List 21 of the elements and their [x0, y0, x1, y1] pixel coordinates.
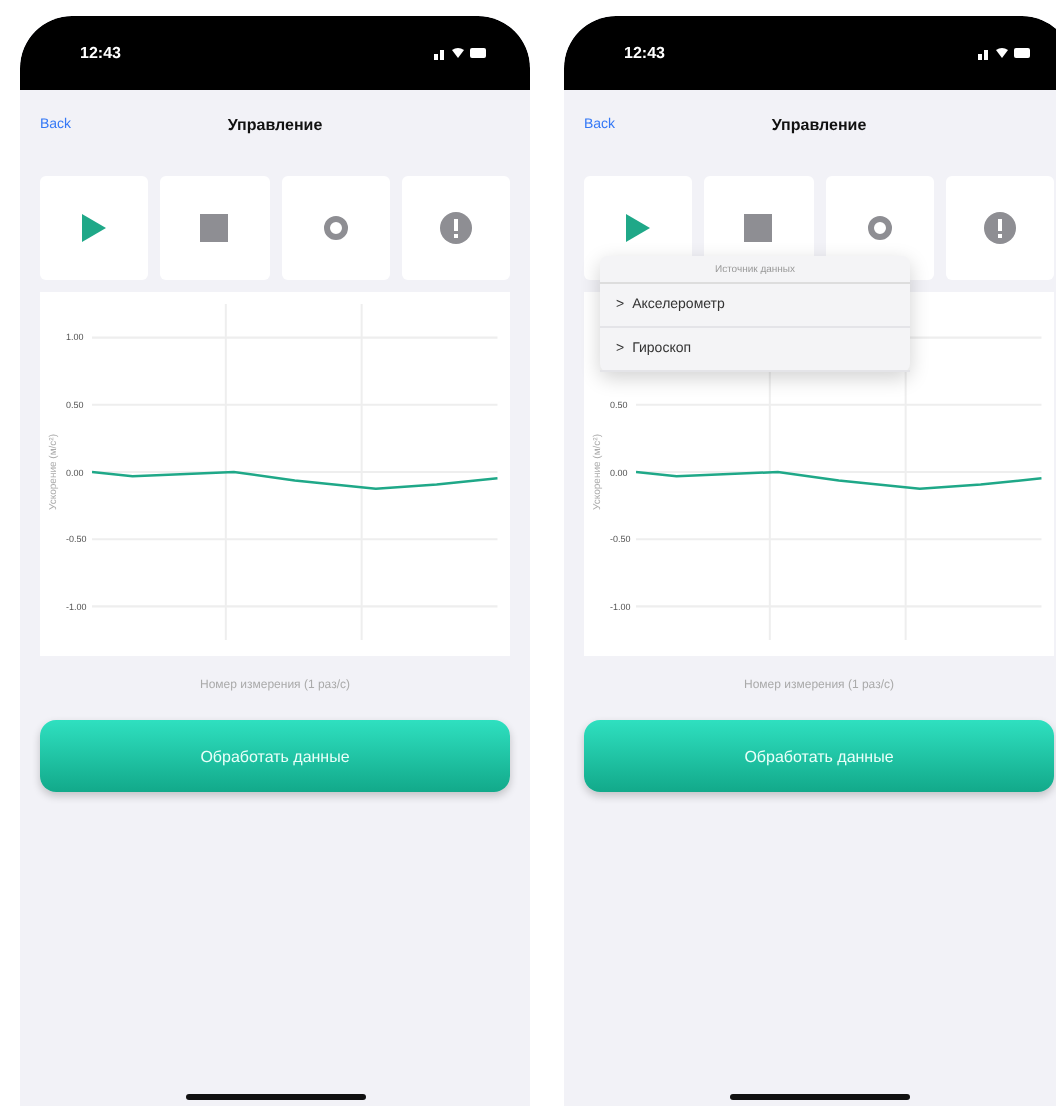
- toolbar-button[interactable]: [40, 176, 149, 280]
- toolbar-button[interactable]: [160, 176, 269, 280]
- info-icon: [439, 212, 472, 244]
- toolbar-button[interactable]: [281, 176, 390, 280]
- toolbar-button[interactable]: [945, 176, 1054, 280]
- process-data-button[interactable]: Обработать данные: [584, 720, 1054, 792]
- status-time: 12:43: [624, 44, 665, 62]
- settings-icon: [867, 216, 892, 240]
- stop-icon: [744, 214, 773, 242]
- settings-icon: [323, 216, 348, 240]
- play-icon: [80, 212, 109, 244]
- play-icon: [624, 212, 653, 244]
- nav-title: Управление: [227, 115, 323, 133]
- status-time: 12:43: [80, 44, 121, 62]
- info-icon: [983, 212, 1016, 244]
- nav-title: Управление: [771, 115, 867, 133]
- process-data-button[interactable]: Обработать данные: [40, 720, 510, 792]
- toolbar-button[interactable]: [401, 176, 510, 280]
- status-icons: [434, 46, 486, 60]
- status-icons: [978, 46, 1030, 60]
- stop-icon: [200, 214, 229, 242]
